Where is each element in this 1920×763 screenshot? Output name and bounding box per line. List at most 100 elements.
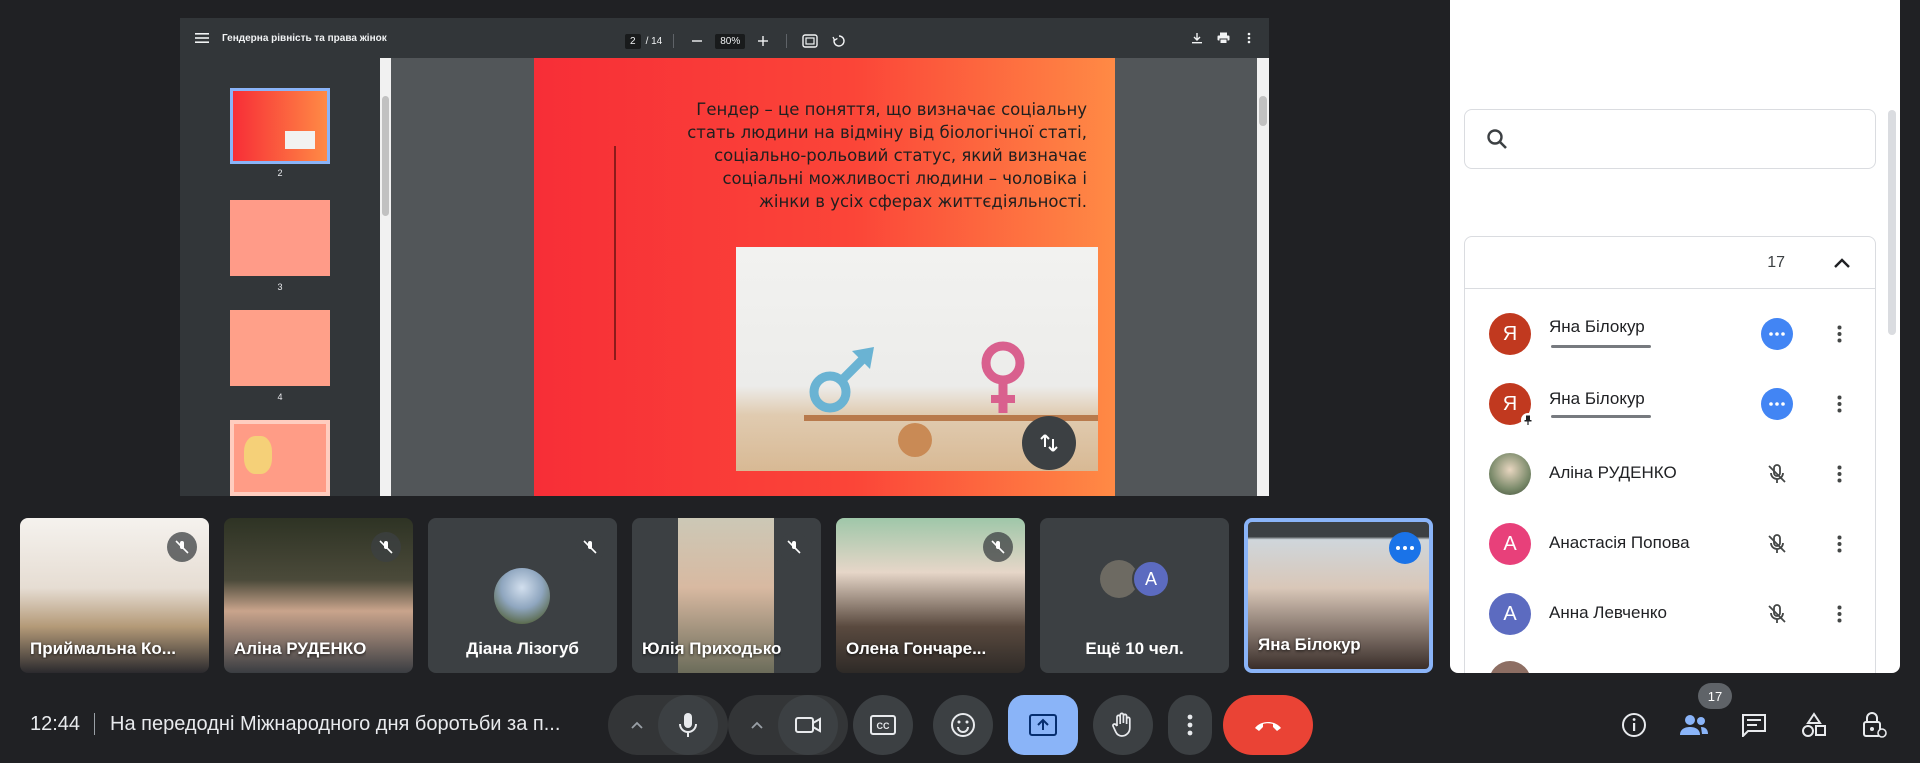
menu-icon[interactable] [190, 26, 214, 50]
people-search-box[interactable] [1464, 109, 1876, 169]
more-vert-icon[interactable] [1237, 26, 1261, 50]
present-to-all-icon [1029, 714, 1057, 736]
fit-page-icon[interactable] [798, 29, 822, 53]
participant-name: Діана Лізогуб [466, 639, 579, 658]
people-icon[interactable] [1676, 707, 1712, 743]
thumbnail-page-5[interactable] [230, 420, 330, 496]
swap-layout-button[interactable] [1022, 416, 1076, 470]
captions-button[interactable]: CC [853, 695, 913, 755]
more-vert-icon[interactable] [1825, 320, 1853, 348]
meeting-controls-bar: 12:44 На передодні Міжнародного дня боро… [0, 683, 1920, 763]
more-options-button[interactable] [1168, 695, 1212, 755]
slide-text: Гендер – це поняття, що визначає соціаль… [687, 100, 1087, 211]
participant-options-button[interactable] [1761, 318, 1793, 350]
rotate-icon[interactable] [827, 29, 851, 53]
participant-row[interactable]: Я Яна Білокур [1465, 369, 1875, 439]
participant-name: Юлія Приходько [642, 639, 782, 658]
thumbnail-page-3[interactable] [230, 200, 330, 276]
avatar [494, 568, 550, 624]
participant-tile[interactable]: Олена Гончаре... [836, 518, 1025, 673]
participant-tile-active[interactable]: Яна Білокур [1244, 518, 1433, 673]
participants-group: 17 Я Яна Білокур Я Яна Білокур Аліна РУД… [1464, 236, 1876, 673]
divider [94, 713, 95, 735]
panel-scrollbar[interactable] [1888, 110, 1896, 335]
participant-subtitle-redacted [1551, 345, 1651, 348]
participant-tile[interactable]: Аліна РУДЕНКО [224, 518, 413, 673]
more-participants-tile[interactable]: А Ещё 10 чел. [1040, 518, 1229, 673]
more-vert-icon[interactable] [1825, 390, 1853, 418]
raise-hand-button[interactable] [1093, 695, 1153, 755]
chat-icon[interactable] [1736, 707, 1772, 743]
meeting-title: На передодні Міжнародного дня боротьби з… [110, 713, 561, 735]
zoom-in-icon[interactable] [751, 29, 775, 53]
thumbnail-image [244, 436, 272, 474]
avatar: А [1132, 560, 1170, 598]
participant-tile[interactable]: Діана Лізогуб [428, 518, 617, 673]
thumbnail-page-4[interactable] [230, 310, 330, 386]
group-count: 17 [1767, 253, 1785, 271]
meeting-info-icon[interactable] [1616, 707, 1652, 743]
participant-tile[interactable]: Приймальна Ко... [20, 518, 209, 673]
scrollbar-thumb[interactable] [1259, 96, 1267, 126]
more-vert-icon[interactable] [1825, 600, 1853, 628]
participant-row[interactable]: А Анна Левченко [1465, 579, 1875, 649]
document-scrollbar[interactable] [1257, 58, 1269, 496]
video-settings-chevron[interactable] [740, 695, 774, 755]
leave-call-button[interactable] [1223, 695, 1313, 755]
document-title: Гендерна рівність та права жінок [222, 32, 387, 44]
mic-off-icon [1761, 528, 1793, 560]
participant-name: Анастасія Попова [1549, 533, 1690, 552]
participant-row[interactable]: А Анастасія Попова [1465, 509, 1875, 579]
more-participants-label: Ещё 10 чел. [1085, 639, 1184, 658]
avatar: А [1489, 523, 1531, 565]
participant-name: Приймальна Ко... [30, 639, 176, 658]
more-vert-icon[interactable] [1825, 460, 1853, 488]
video-camera-icon [795, 717, 821, 733]
microphone-button[interactable] [658, 695, 718, 755]
participant-row[interactable]: Аліна РУДЕНКО [1465, 439, 1875, 509]
audio-settings-chevron[interactable] [620, 695, 654, 755]
download-icon[interactable] [1185, 26, 1209, 50]
participant-name: Яна Білокур [1549, 389, 1645, 408]
activities-icon[interactable] [1796, 707, 1832, 743]
zoom-level[interactable]: 80% [715, 33, 746, 49]
participant-tile[interactable]: Юлія Приходько [632, 518, 821, 673]
present-screen-button[interactable] [1008, 695, 1078, 755]
thumbnail-pane: 2 3 4 5 [180, 58, 391, 496]
more-options-button[interactable] [1389, 532, 1421, 564]
chevron-up-icon [751, 721, 763, 729]
thumbnail-image [285, 131, 315, 149]
participant-options-button[interactable] [1761, 388, 1793, 420]
people-panel: 17 Я Яна Білокур Я Яна Білокур Аліна РУД… [1450, 0, 1900, 673]
participant-name: Яна Білокур [1258, 635, 1361, 654]
avatar [1489, 453, 1531, 495]
male-symbol-icon [809, 347, 874, 413]
more-vert-icon[interactable] [1825, 530, 1853, 558]
participant-row[interactable]: Я Яна Білокур [1465, 299, 1875, 369]
host-controls-lock-icon[interactable] [1856, 707, 1892, 743]
emoji-icon [951, 713, 975, 737]
mic-off-icon [167, 532, 197, 562]
print-icon[interactable] [1211, 26, 1235, 50]
viewer-toolbar: Гендерна рівність та права жінок 2 / 14 … [180, 18, 1269, 58]
thumbnail-number: 2 [277, 168, 283, 178]
participant-name: Аліна РУДЕНКО [1549, 463, 1677, 482]
call-end-icon [1255, 722, 1281, 731]
slide-decorative-line [614, 146, 616, 360]
page-number-input[interactable]: 2 [625, 33, 641, 49]
camera-button[interactable] [778, 695, 838, 755]
thumbnail-scrollbar[interactable] [380, 58, 391, 496]
viewer-right-tools [1185, 26, 1261, 50]
participants-group-header[interactable]: 17 [1465, 237, 1875, 289]
chevron-up-icon [631, 721, 643, 729]
zoom-out-icon[interactable] [685, 29, 709, 53]
people-search-input[interactable] [1523, 130, 1853, 148]
mic-off-icon [779, 532, 809, 562]
participant-row[interactable] [1465, 649, 1875, 673]
thumbnail-page-2[interactable] [230, 88, 330, 164]
reactions-button[interactable] [933, 695, 993, 755]
participant-subtitle-redacted [1551, 415, 1651, 418]
scrollbar-thumb[interactable] [382, 96, 389, 216]
mic-off-icon [575, 532, 605, 562]
hand-icon [1112, 712, 1131, 737]
